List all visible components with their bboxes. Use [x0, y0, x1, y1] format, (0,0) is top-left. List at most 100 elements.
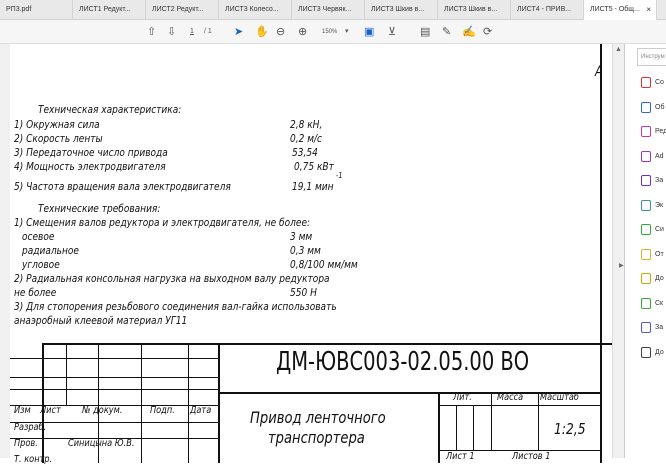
tool-icon	[641, 101, 651, 113]
lit-label: Лит.	[453, 392, 472, 403]
tab[interactable]: ЛИСТ3 Червяк...	[292, 0, 365, 20]
tool-item[interactable]: Ск	[641, 297, 664, 309]
req-line: не более	[14, 286, 57, 299]
tool-icon	[641, 322, 651, 333]
tab[interactable]: ЛИСТ3 Шкив в...	[438, 0, 511, 20]
tool-label: Ad	[655, 152, 664, 160]
tool-item[interactable]: От	[641, 248, 664, 260]
tool-label: От	[655, 250, 664, 258]
masshtab-label: Масштаб	[540, 392, 579, 403]
header-date: Дата	[190, 405, 212, 416]
req-line: 3) Для стопорения резьбового соединения …	[14, 300, 337, 313]
collapse-panel-icon[interactable]: ▶	[619, 262, 624, 269]
tool-item[interactable]: До	[641, 346, 664, 358]
tool-label: За	[655, 324, 664, 331]
tool-icon	[641, 248, 651, 260]
tab-label: ЛИСТ5 - Общ...	[590, 6, 640, 13]
sign-icon[interactable]: ✍	[462, 25, 476, 39]
tool-label: Со	[655, 79, 664, 86]
grid-line	[473, 405, 474, 450]
tools-panel: ▶ Инструм Со Об Ред Ad За Эк Си От До Ск За До	[619, 44, 666, 458]
close-icon[interactable]: ×	[646, 5, 651, 14]
frame-line	[600, 44, 602, 463]
req-line: анаэробный клеевой материал УГ11	[14, 314, 188, 327]
tool-item[interactable]: За	[641, 322, 663, 333]
spec-value: 53,54	[292, 146, 318, 159]
list-label: Лист 1	[446, 451, 475, 462]
tool-label: До	[655, 275, 664, 282]
tool-item[interactable]: Со	[641, 77, 664, 88]
header-doc: № докум.	[82, 405, 123, 416]
tool-label: Ред	[655, 128, 666, 135]
spec-label: 3) Передаточное число привода	[14, 146, 168, 159]
tool-icon	[641, 199, 651, 211]
tool-icon	[641, 273, 651, 284]
pen-icon[interactable]: ✎	[442, 25, 451, 39]
tool-label: Си	[655, 226, 664, 233]
tool-item[interactable]: Си	[641, 224, 664, 235]
tool-icon	[641, 297, 651, 309]
page-down-icon[interactable]: ⇩	[167, 25, 176, 39]
spec-label: 1) Окружная сила	[14, 118, 100, 131]
tab[interactable]: ЛИСТ1 Редукт...	[73, 0, 146, 20]
spec-value: 0,75 кВт	[294, 160, 334, 173]
header-sign: Подп.	[150, 405, 175, 416]
tab[interactable]: ЛИСТ4 - ПРИВ...	[511, 0, 584, 20]
tool-icon	[641, 150, 651, 162]
tool-item[interactable]: Эк	[641, 199, 664, 211]
req-title: Технические требования:	[38, 202, 161, 215]
tool-label: Ск	[655, 299, 664, 307]
tool-item[interactable]: Ad	[641, 150, 664, 162]
spec-value: 0,2 м/с	[290, 132, 323, 145]
tool-icon	[641, 77, 651, 88]
tool-item[interactable]: За	[641, 175, 663, 186]
tab[interactable]: РП3.pdf	[0, 0, 73, 20]
listov-label: Листов 1	[512, 451, 551, 462]
select-arrow-icon[interactable]: ➤	[234, 25, 243, 39]
grid-line	[438, 405, 602, 406]
grid-line	[538, 392, 539, 450]
massa-label: Масса	[497, 392, 524, 403]
tool-icon	[641, 224, 651, 235]
prov-name: Синицына Ю.В.	[68, 438, 135, 449]
tool-label: Эк	[655, 201, 664, 209]
share-icon[interactable]: ⟳	[483, 25, 492, 39]
chevron-down-icon[interactable]: ▾	[345, 25, 349, 39]
zoom-select[interactable]: 150%	[322, 25, 337, 39]
tech-title: Техническая характеристика:	[38, 103, 182, 116]
scroll-up-icon[interactable]: ▲	[615, 46, 622, 53]
req-line: 1) Смещения валов редуктора и электродви…	[14, 216, 311, 229]
page-input[interactable]: 1	[190, 25, 194, 39]
zoom-out-icon[interactable]: ⊖	[276, 25, 285, 39]
tab-bar: РП3.pdf ЛИСТ1 Редукт... ЛИСТ2 Редукт... …	[0, 0, 666, 20]
fit-page-icon[interactable]: ▣	[364, 25, 374, 39]
tools-search-input[interactable]: Инструм	[637, 48, 666, 66]
comment-icon[interactable]: ▤	[420, 25, 430, 39]
prov-label: Пров.	[14, 438, 38, 449]
grid-line	[491, 392, 492, 450]
tab-active[interactable]: ЛИСТ5 - Общ... ×	[584, 0, 657, 20]
page-up-icon[interactable]: ⇧	[147, 25, 156, 39]
tool-item[interactable]: Ред	[641, 126, 666, 137]
tool-item[interactable]: До	[641, 273, 664, 284]
zoom-in-icon[interactable]: ⊕	[298, 25, 307, 39]
scale-value: 1:2,5	[554, 420, 586, 438]
grid-line	[456, 405, 457, 450]
hand-icon[interactable]: ✋	[255, 25, 269, 39]
tool-label: Об	[655, 103, 665, 111]
header-list: Лист	[40, 405, 61, 416]
tool-icon	[641, 126, 651, 137]
tab[interactable]: ЛИСТ3 Колесо...	[219, 0, 292, 20]
req-line: осевое	[22, 230, 55, 243]
grid-line	[66, 343, 67, 405]
tool-icon	[641, 346, 651, 358]
scroll-mode-icon[interactable]: ⊻	[388, 25, 396, 39]
grid-line	[188, 343, 189, 463]
scrollbar[interactable]: ▲	[612, 44, 624, 458]
grid-line	[10, 377, 218, 378]
tab[interactable]: ЛИСТ2 Редукт...	[146, 0, 219, 20]
header-izm: Изм	[14, 405, 31, 416]
req-line: радиальное	[22, 244, 79, 257]
tab[interactable]: ЛИСТ3 Шкив в...	[365, 0, 438, 20]
tool-item[interactable]: Об	[641, 101, 665, 113]
